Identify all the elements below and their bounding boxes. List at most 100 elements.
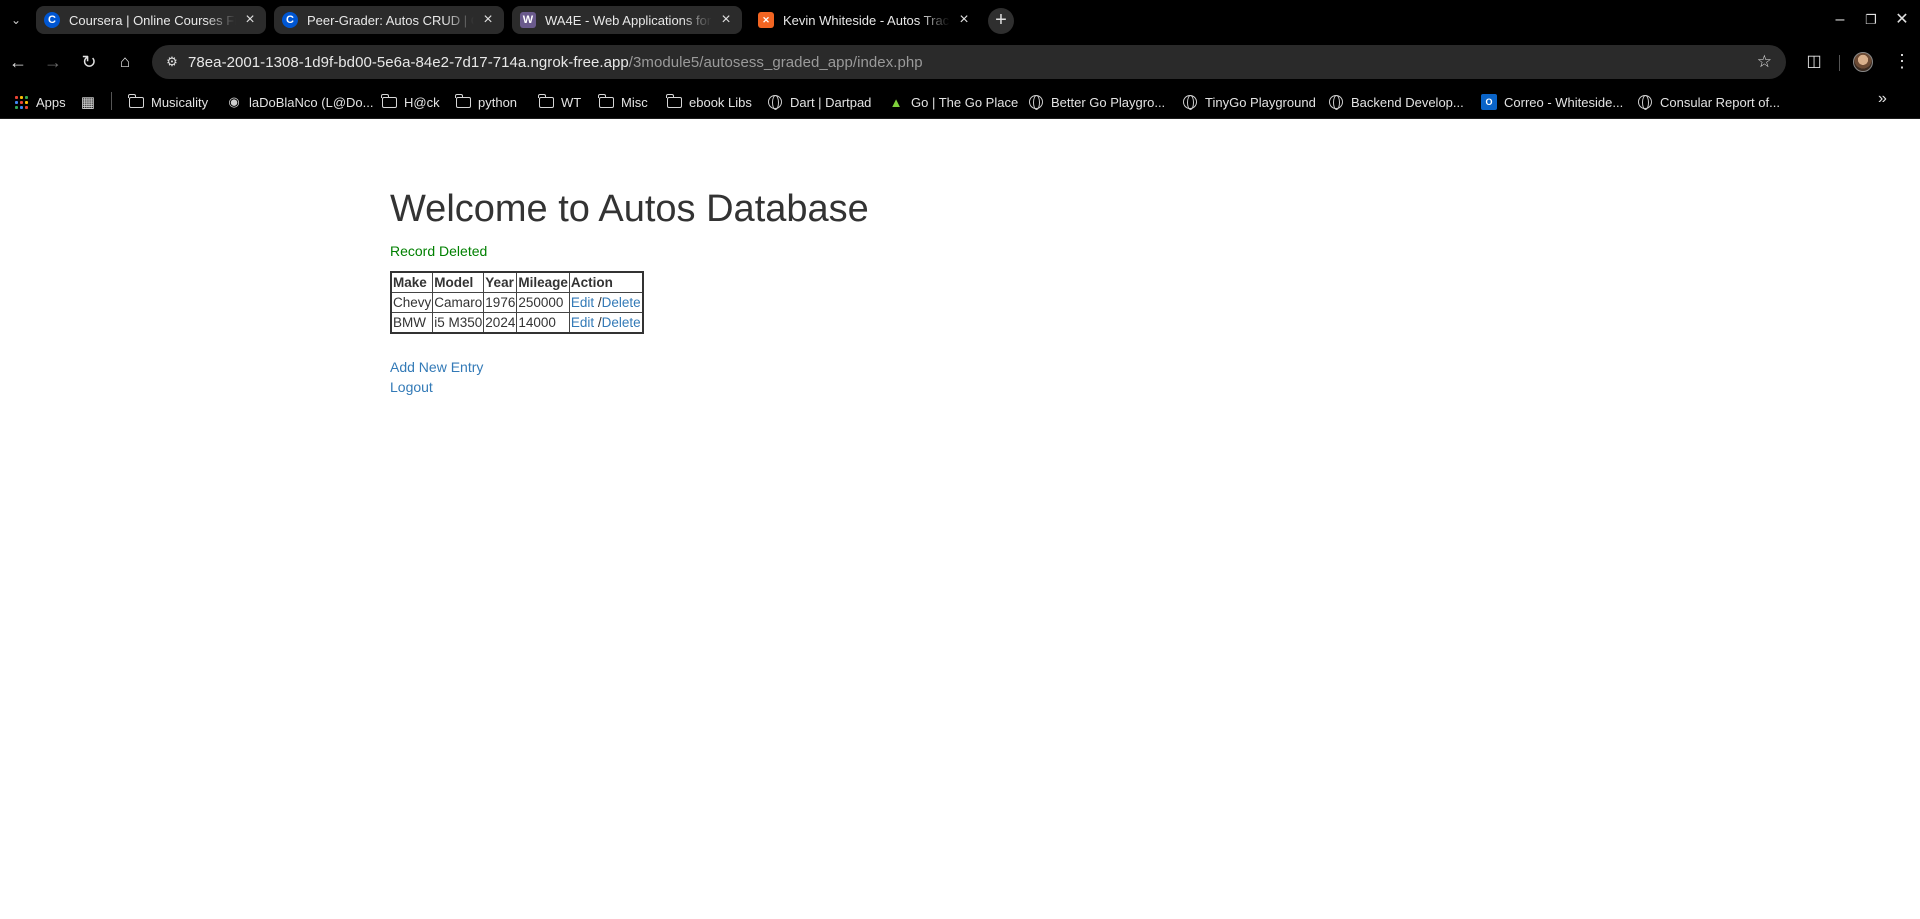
bookmark-label: Misc <box>621 94 648 110</box>
tab-peer-grader[interactable]: C Peer-Grader: Autos CRUD | Coursera × <box>274 6 504 34</box>
close-tab-icon[interactable]: × <box>242 11 258 29</box>
globe-icon <box>1637 94 1653 110</box>
outlook-icon: O <box>1481 94 1497 110</box>
globe-icon <box>1028 94 1044 110</box>
page-links: Add New Entry Logout <box>390 357 483 397</box>
bookmark-label: python <box>478 94 518 110</box>
more-menu-icon[interactable]: ⋮ <box>1893 51 1911 73</box>
folder-icon <box>538 93 554 110</box>
site-settings-icon[interactable]: ⚙ <box>162 52 182 72</box>
bookmark-label: TinyGo Playground <box>1205 94 1316 110</box>
globe-icon <box>1328 94 1344 110</box>
github-icon: ◉ <box>228 94 240 109</box>
add-new-entry-link[interactable]: Add New Entry <box>390 357 483 377</box>
tab-autos-tracker[interactable]: ✕ Kevin Whiteside - Autos Tracker × <box>750 6 980 34</box>
cell-mileage: 250000 <box>516 292 570 313</box>
cell-make: Chevy <box>390 292 434 313</box>
url-text[interactable]: 78ea-2001-1308-1d9f-bd00-5e6a-84e2-7d17-… <box>188 54 923 71</box>
bookmark-hack[interactable]: H@ck <box>381 91 440 113</box>
bookmark-apps[interactable]: Apps <box>13 91 66 113</box>
coursera-favicon-icon: C <box>282 12 298 28</box>
bookmark-misc[interactable]: Misc <box>598 91 648 113</box>
delete-link[interactable]: Delete <box>602 295 641 310</box>
reload-icon[interactable]: ↻ <box>77 50 101 74</box>
bookmark-label: laDoBlaNco (L@Do... <box>249 94 374 110</box>
logout-link[interactable]: Logout <box>390 377 483 397</box>
cell-model: Camaro <box>432 292 485 313</box>
tab-title: Coursera | Online Courses From Top Unive… <box>69 12 236 28</box>
globe-icon <box>1182 94 1198 110</box>
edit-link[interactable]: Edit <box>571 315 594 330</box>
close-tab-icon[interactable]: × <box>956 11 972 29</box>
cell-action: Edit /Delete <box>568 292 644 313</box>
close-tab-icon[interactable]: × <box>718 11 734 29</box>
bookmark-tinygo-playground[interactable]: TinyGo Playground <box>1182 91 1316 113</box>
autos-table: Make Model Year Mileage Action Chevy Cam… <box>390 271 644 334</box>
close-window-icon[interactable]: ✕ <box>1890 8 1914 32</box>
bookmark-wt[interactable]: WT <box>538 91 581 113</box>
bookmark-better-go-playground[interactable]: Better Go Playgro... <box>1028 91 1165 113</box>
go-pyramid-icon: ▲ <box>889 94 903 110</box>
tab-title: Peer-Grader: Autos CRUD | Coursera <box>307 12 474 28</box>
address-bar[interactable]: ⚙ 78ea-2001-1308-1d9f-bd00-5e6a-84e2-7d1… <box>152 45 1786 79</box>
minimize-icon[interactable]: – <box>1828 8 1852 32</box>
tab-title: Kevin Whiteside - Autos Tracker <box>783 12 950 28</box>
cell-make: BMW <box>390 312 434 334</box>
tab-groups-button[interactable]: ▦ <box>80 91 103 113</box>
bookmark-correo[interactable]: O Correo - Whiteside... <box>1481 91 1623 113</box>
bookmark-label: Consular Report of... <box>1660 94 1780 110</box>
cell-model: i5 M350 <box>432 312 485 334</box>
folder-icon <box>455 93 471 110</box>
bookmark-python[interactable]: python <box>455 91 517 113</box>
bookmark-dartpad[interactable]: Dart | Dartpad <box>767 91 871 113</box>
tab-search-chevron-icon[interactable]: ⌄ <box>6 10 26 30</box>
globe-icon <box>767 94 783 110</box>
extensions-puzzle-icon[interactable]: ◫ <box>1803 51 1825 73</box>
folder-icon <box>666 93 682 110</box>
column-header-model: Model <box>432 271 485 293</box>
profile-avatar[interactable] <box>1853 52 1873 72</box>
bookmark-musicality[interactable]: Musicality <box>128 91 208 113</box>
new-tab-button[interactable]: + <box>988 8 1014 34</box>
tab-title: WA4E - Web Applications for Everybody <box>545 12 712 28</box>
close-tab-icon[interactable]: × <box>480 11 496 29</box>
action-separator: / <box>594 295 602 310</box>
url-path: /3module5/autosess_graded_app/index.php <box>628 54 923 71</box>
coursera-favicon-icon: C <box>44 12 60 28</box>
table-row: Chevy Camaro 1976 250000 Edit /Delete <box>390 292 644 313</box>
bookmark-label: Dart | Dartpad <box>790 94 872 110</box>
page-content: Welcome to Autos Database Record Deleted… <box>0 120 1920 919</box>
bookmark-go-place[interactable]: ▲ Go | The Go Place <box>888 91 1019 113</box>
xampp-favicon-icon: ✕ <box>758 12 774 28</box>
tab-strip: ⌄ C Coursera | Online Courses From Top U… <box>0 0 1920 40</box>
page-title: Welcome to Autos Database <box>390 188 869 230</box>
bookmark-label: Go | The Go Place <box>911 94 1019 110</box>
delete-link[interactable]: Delete <box>602 315 641 330</box>
restore-icon[interactable]: ❐ <box>1859 8 1883 32</box>
wa4e-favicon-icon: W <box>520 12 536 28</box>
forward-arrow-icon[interactable]: → <box>41 50 65 74</box>
bookmark-consular-report[interactable]: Consular Report of... <box>1637 91 1780 113</box>
cell-year: 2024 <box>483 312 518 334</box>
folder-icon <box>128 93 144 110</box>
bookmark-label: ebook Libs <box>689 94 752 110</box>
tab-wa4e[interactable]: W WA4E - Web Applications for Everybody … <box>512 6 742 34</box>
cell-action: Edit /Delete <box>568 312 644 334</box>
bookmark-ebook-libs[interactable]: ebook Libs <box>666 91 752 113</box>
folder-icon <box>598 93 614 110</box>
bookmark-backend-develop[interactable]: Backend Develop... <box>1328 91 1464 113</box>
more-bookmarks-chevron-icon[interactable]: » <box>1878 90 1887 108</box>
tab-coursera[interactable]: C Coursera | Online Courses From Top Uni… <box>36 6 266 34</box>
cell-mileage: 14000 <box>516 312 570 334</box>
bookmark-star-icon[interactable]: ☆ <box>1757 52 1772 72</box>
bookmarks-divider <box>111 92 112 110</box>
action-separator: / <box>594 315 602 330</box>
column-header-mileage: Mileage <box>516 271 570 293</box>
url-host: 78ea-2001-1308-1d9f-bd00-5e6a-84e2-7d17-… <box>188 54 629 71</box>
column-header-action: Action <box>568 271 644 293</box>
bookmark-label: Backend Develop... <box>1351 94 1464 110</box>
bookmark-github[interactable]: ◉ laDoBlaNco (L@Do... <box>226 91 373 113</box>
home-icon[interactable]: ⌂ <box>113 50 137 74</box>
back-arrow-icon[interactable]: ← <box>6 50 30 74</box>
edit-link[interactable]: Edit <box>571 295 594 310</box>
